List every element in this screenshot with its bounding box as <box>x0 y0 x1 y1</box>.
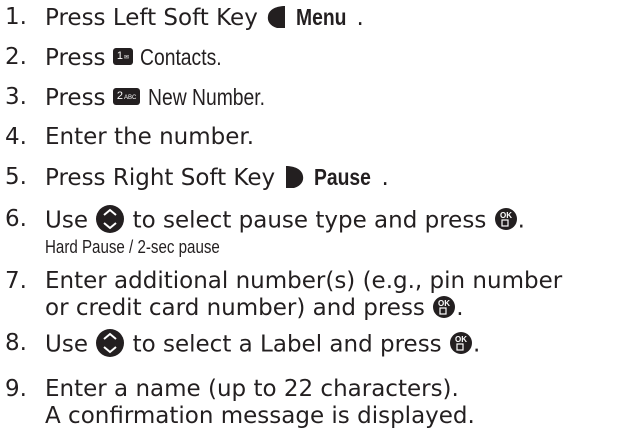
step-number: 8. <box>5 330 27 356</box>
pause-type-note: Hard Pause / 2-sec pause <box>45 237 220 257</box>
step-number: 3. <box>5 84 27 110</box>
svg-text:OK: OK <box>455 335 467 344</box>
punctuation: . <box>517 207 525 234</box>
step-number: 2. <box>5 44 27 70</box>
step-number: 4. <box>5 124 27 150</box>
punctuation: . <box>356 5 364 31</box>
key-sub-label: ABC <box>123 95 137 101</box>
step-text-line1: Enter a name (up to 22 characters). <box>45 376 459 402</box>
punctuation: . <box>472 331 481 358</box>
punctuation: . <box>456 295 464 321</box>
step-6: 6. Use to select pause type and press OK … <box>5 205 525 236</box>
step-7: 7. Enter additional number(s) (e.g., pin … <box>5 268 562 322</box>
step-number: 7. <box>5 268 27 294</box>
menu-label: Menu <box>296 4 347 30</box>
step-2: 2. Press 1✉ Contacts. <box>5 44 237 72</box>
step-text: Press <box>45 85 106 111</box>
pause-label: Pause <box>313 164 371 190</box>
navigation-key-icon <box>96 329 125 357</box>
svg-text:OK: OK <box>500 211 512 220</box>
ok-key-icon: OK <box>494 208 517 230</box>
key-1-icon: 1✉ <box>112 48 134 65</box>
key-sub-label: ✉ <box>123 55 130 61</box>
step-text-mid: to select pause type and press <box>132 207 487 234</box>
key-label: 2 <box>116 90 123 102</box>
step-text-line1: Enter additional number(s) (e.g., pin nu… <box>45 268 563 294</box>
right-soft-key-icon <box>286 165 304 188</box>
step-text-line2: or credit card number) and press <box>45 295 425 321</box>
step-text-line2: A confirmation message is displayed. <box>45 403 475 429</box>
new-number-label: New Number. <box>147 84 265 110</box>
step-text: Press <box>45 45 106 71</box>
step-9: 9. Enter a name (up to 22 characters). A c… <box>5 376 475 430</box>
step-text: Press Left Soft Key <box>45 5 258 31</box>
navigation-key-icon <box>96 205 125 233</box>
left-soft-key-icon <box>267 5 286 28</box>
step-number: 9. <box>5 376 27 402</box>
step-number: 5. <box>5 164 27 190</box>
key-2-icon: 2ABC <box>112 88 141 105</box>
key-label: 1 <box>116 50 123 62</box>
step-number: 1. <box>5 4 27 30</box>
step-number: 6. <box>5 206 27 232</box>
step-text: Press Right Soft Key <box>45 165 276 191</box>
step-text: Enter the number. <box>45 124 255 150</box>
step-5: 5. Press Right Soft Key Pause. <box>5 164 389 192</box>
ok-key-icon: OK <box>433 295 456 318</box>
step-1: 1. Press Left Soft Key Menu. <box>5 4 364 32</box>
step-3: 3. Press 2ABC New Number. <box>5 84 287 112</box>
step-4: 4. Enter the number. <box>5 124 254 151</box>
ok-key-icon: OK <box>449 332 472 354</box>
punctuation: . <box>381 165 389 191</box>
contacts-label: Contacts. <box>140 44 222 70</box>
step-8: 8. Use to select a Label and press OK . <box>5 329 481 360</box>
svg-text:OK: OK <box>438 299 450 308</box>
step-text: Use <box>45 207 88 234</box>
step-text: Use <box>45 331 88 358</box>
step-text-mid: to select a Label and press <box>132 331 442 358</box>
step-6-note: Hard Pause / 2-sec pause <box>45 236 253 259</box>
